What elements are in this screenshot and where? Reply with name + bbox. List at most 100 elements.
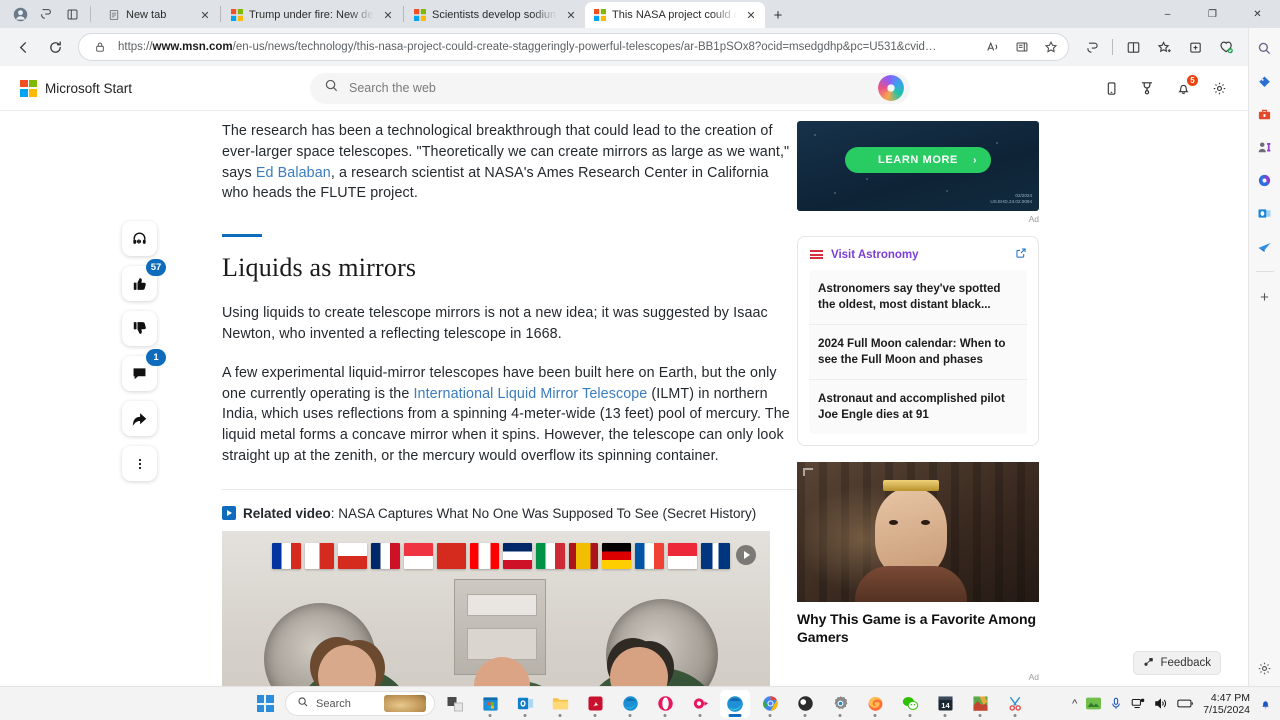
- opera-button[interactable]: [650, 690, 680, 718]
- file-explorer-button[interactable]: [545, 690, 575, 718]
- games-icon[interactable]: [1255, 236, 1275, 256]
- list-item[interactable]: Astronomers say they've spotted the olde…: [809, 270, 1027, 324]
- read-aloud-icon[interactable]: [982, 36, 1004, 58]
- more-options-button[interactable]: [122, 446, 157, 481]
- add-sidebar-app-button[interactable]: +: [1255, 287, 1275, 307]
- camera-button[interactable]: [685, 690, 715, 718]
- snipping-tool-button[interactable]: [1000, 690, 1030, 718]
- comments-button[interactable]: 1: [122, 349, 166, 391]
- battery-icon[interactable]: [1177, 698, 1194, 709]
- tab-copilot-icon[interactable]: [34, 3, 58, 25]
- related-video-caption[interactable]: Related video: NASA Captures What No One…: [222, 506, 797, 521]
- outlook-button[interactable]: [510, 690, 540, 718]
- ilmt-link[interactable]: International Liquid Mirror Telescope: [413, 386, 647, 402]
- search-input[interactable]: Search the web: [310, 72, 910, 104]
- open-in-new-icon[interactable]: [1015, 247, 1027, 262]
- acrobat-button[interactable]: [580, 690, 610, 718]
- rewards-icon[interactable]: [1136, 77, 1158, 99]
- task-view-button[interactable]: [440, 690, 470, 718]
- split-screen-icon[interactable]: [1118, 32, 1148, 62]
- share-button[interactable]: [122, 401, 157, 436]
- related-video-player[interactable]: [222, 530, 770, 686]
- calendar-button[interactable]: 14: [930, 690, 960, 718]
- edge-beta-button[interactable]: [615, 690, 645, 718]
- tab-close-button[interactable]: ✕: [743, 7, 759, 23]
- profile-avatar-icon[interactable]: [8, 3, 32, 25]
- graphics-icon[interactable]: [1086, 697, 1102, 710]
- minimize-button[interactable]: –: [1145, 0, 1190, 28]
- list-item[interactable]: Astronaut and accomplished pilot Joe Eng…: [809, 379, 1027, 434]
- browser-essentials-icon[interactable]: [1211, 32, 1241, 62]
- new-tab-button[interactable]: +: [765, 2, 791, 28]
- listen-button[interactable]: [122, 221, 157, 256]
- photos-button[interactable]: [965, 690, 995, 718]
- favorite-icon[interactable]: [1040, 36, 1062, 58]
- notification-badge: 5: [1186, 74, 1199, 87]
- card-title[interactable]: Visit Astronomy: [831, 249, 1008, 261]
- shopping-tag-icon[interactable]: [1255, 71, 1275, 91]
- collections-icon[interactable]: [1180, 32, 1210, 62]
- browser-tab[interactable]: Scientists develop sodium batter ✕: [405, 2, 585, 28]
- copilot-icon[interactable]: [878, 75, 904, 101]
- game-ad[interactable]: Why This Game is a Favorite Among Gamers: [797, 462, 1039, 646]
- outlook-icon[interactable]: [1255, 203, 1275, 223]
- volume-icon[interactable]: [1154, 697, 1168, 710]
- brand[interactable]: Microsoft Start: [20, 79, 310, 97]
- favorites-icon[interactable]: [1149, 32, 1179, 62]
- card-header: Visit Astronomy: [809, 247, 1027, 262]
- maximize-button[interactable]: ❐: [1190, 0, 1235, 28]
- wechat-button[interactable]: [895, 690, 925, 718]
- dislike-button[interactable]: [122, 311, 157, 346]
- microphone-icon[interactable]: [1110, 697, 1122, 710]
- start-button[interactable]: [250, 690, 280, 718]
- network-icon[interactable]: [1131, 697, 1145, 710]
- character-crown: [883, 480, 939, 491]
- microsoft-store-button[interactable]: [475, 690, 505, 718]
- running-indicator: [978, 713, 982, 717]
- copilot-icon[interactable]: [1255, 170, 1275, 190]
- tab-close-button[interactable]: ✕: [563, 7, 579, 23]
- back-button[interactable]: [8, 32, 38, 62]
- running-indicator: [663, 713, 667, 717]
- ed-balaban-link[interactable]: Ed Balaban: [256, 165, 331, 181]
- settings-icon[interactable]: [1208, 77, 1230, 99]
- like-button[interactable]: 57: [122, 259, 166, 301]
- settings-button[interactable]: [825, 690, 855, 718]
- tab-strip: New tab ✕ Trump under fire: New details …: [0, 0, 1280, 28]
- edge-button[interactable]: [720, 689, 750, 718]
- chrome-button[interactable]: [755, 690, 785, 718]
- vertical-tabs-icon[interactable]: [60, 3, 84, 25]
- tools-icon[interactable]: [1255, 104, 1275, 124]
- obs-button[interactable]: [790, 690, 820, 718]
- tab-close-button[interactable]: ✕: [197, 7, 213, 23]
- system-tray: ^ 4:47 PM 7/15/2024: [1072, 692, 1272, 716]
- lock-icon: [89, 36, 111, 58]
- article-paragraph: The research has been a technological br…: [222, 123, 790, 202]
- address-bar[interactable]: https://www.msn.com/en-us/news/technolog…: [78, 33, 1069, 61]
- close-window-button[interactable]: ✕: [1235, 0, 1280, 28]
- search-placeholder: Search the web: [349, 81, 436, 95]
- feedback-button[interactable]: Feedback: [1134, 652, 1220, 674]
- browser-tab[interactable]: New tab ✕: [99, 2, 219, 28]
- learn-more-button[interactable]: LEARN MORE ›: [845, 147, 991, 173]
- browser-tab-active[interactable]: This NASA project could create s ✕: [585, 2, 765, 28]
- show-hidden-icons-button[interactable]: ^: [1072, 698, 1077, 710]
- firefox-button[interactable]: [860, 690, 890, 718]
- list-item[interactable]: 2024 Full Moon calendar: When to see the…: [809, 324, 1027, 379]
- drop-icon[interactable]: [1255, 137, 1275, 157]
- taskbar-search[interactable]: Search: [285, 691, 435, 716]
- search-icon[interactable]: [1255, 38, 1275, 58]
- video-play-button[interactable]: [736, 544, 756, 565]
- phone-icon[interactable]: [1100, 77, 1122, 99]
- notification-bell-icon[interactable]: [1259, 697, 1272, 711]
- sidebar-settings-icon[interactable]: [1255, 658, 1275, 678]
- browser-tab[interactable]: Trump under fire: New details em ✕: [222, 2, 402, 28]
- astronomy-logo-icon: [809, 248, 824, 261]
- refresh-button[interactable]: [40, 32, 70, 62]
- notifications-icon[interactable]: 5: [1172, 74, 1199, 99]
- top-ad-banner[interactable]: LEARN MORE › 02/2024 US.EHD.24.02.0094: [797, 121, 1039, 211]
- tab-close-button[interactable]: ✕: [380, 7, 396, 23]
- copilot-icon[interactable]: [1077, 32, 1107, 62]
- immersive-reader-icon[interactable]: [1011, 36, 1033, 58]
- clock[interactable]: 4:47 PM 7/15/2024: [1203, 692, 1250, 716]
